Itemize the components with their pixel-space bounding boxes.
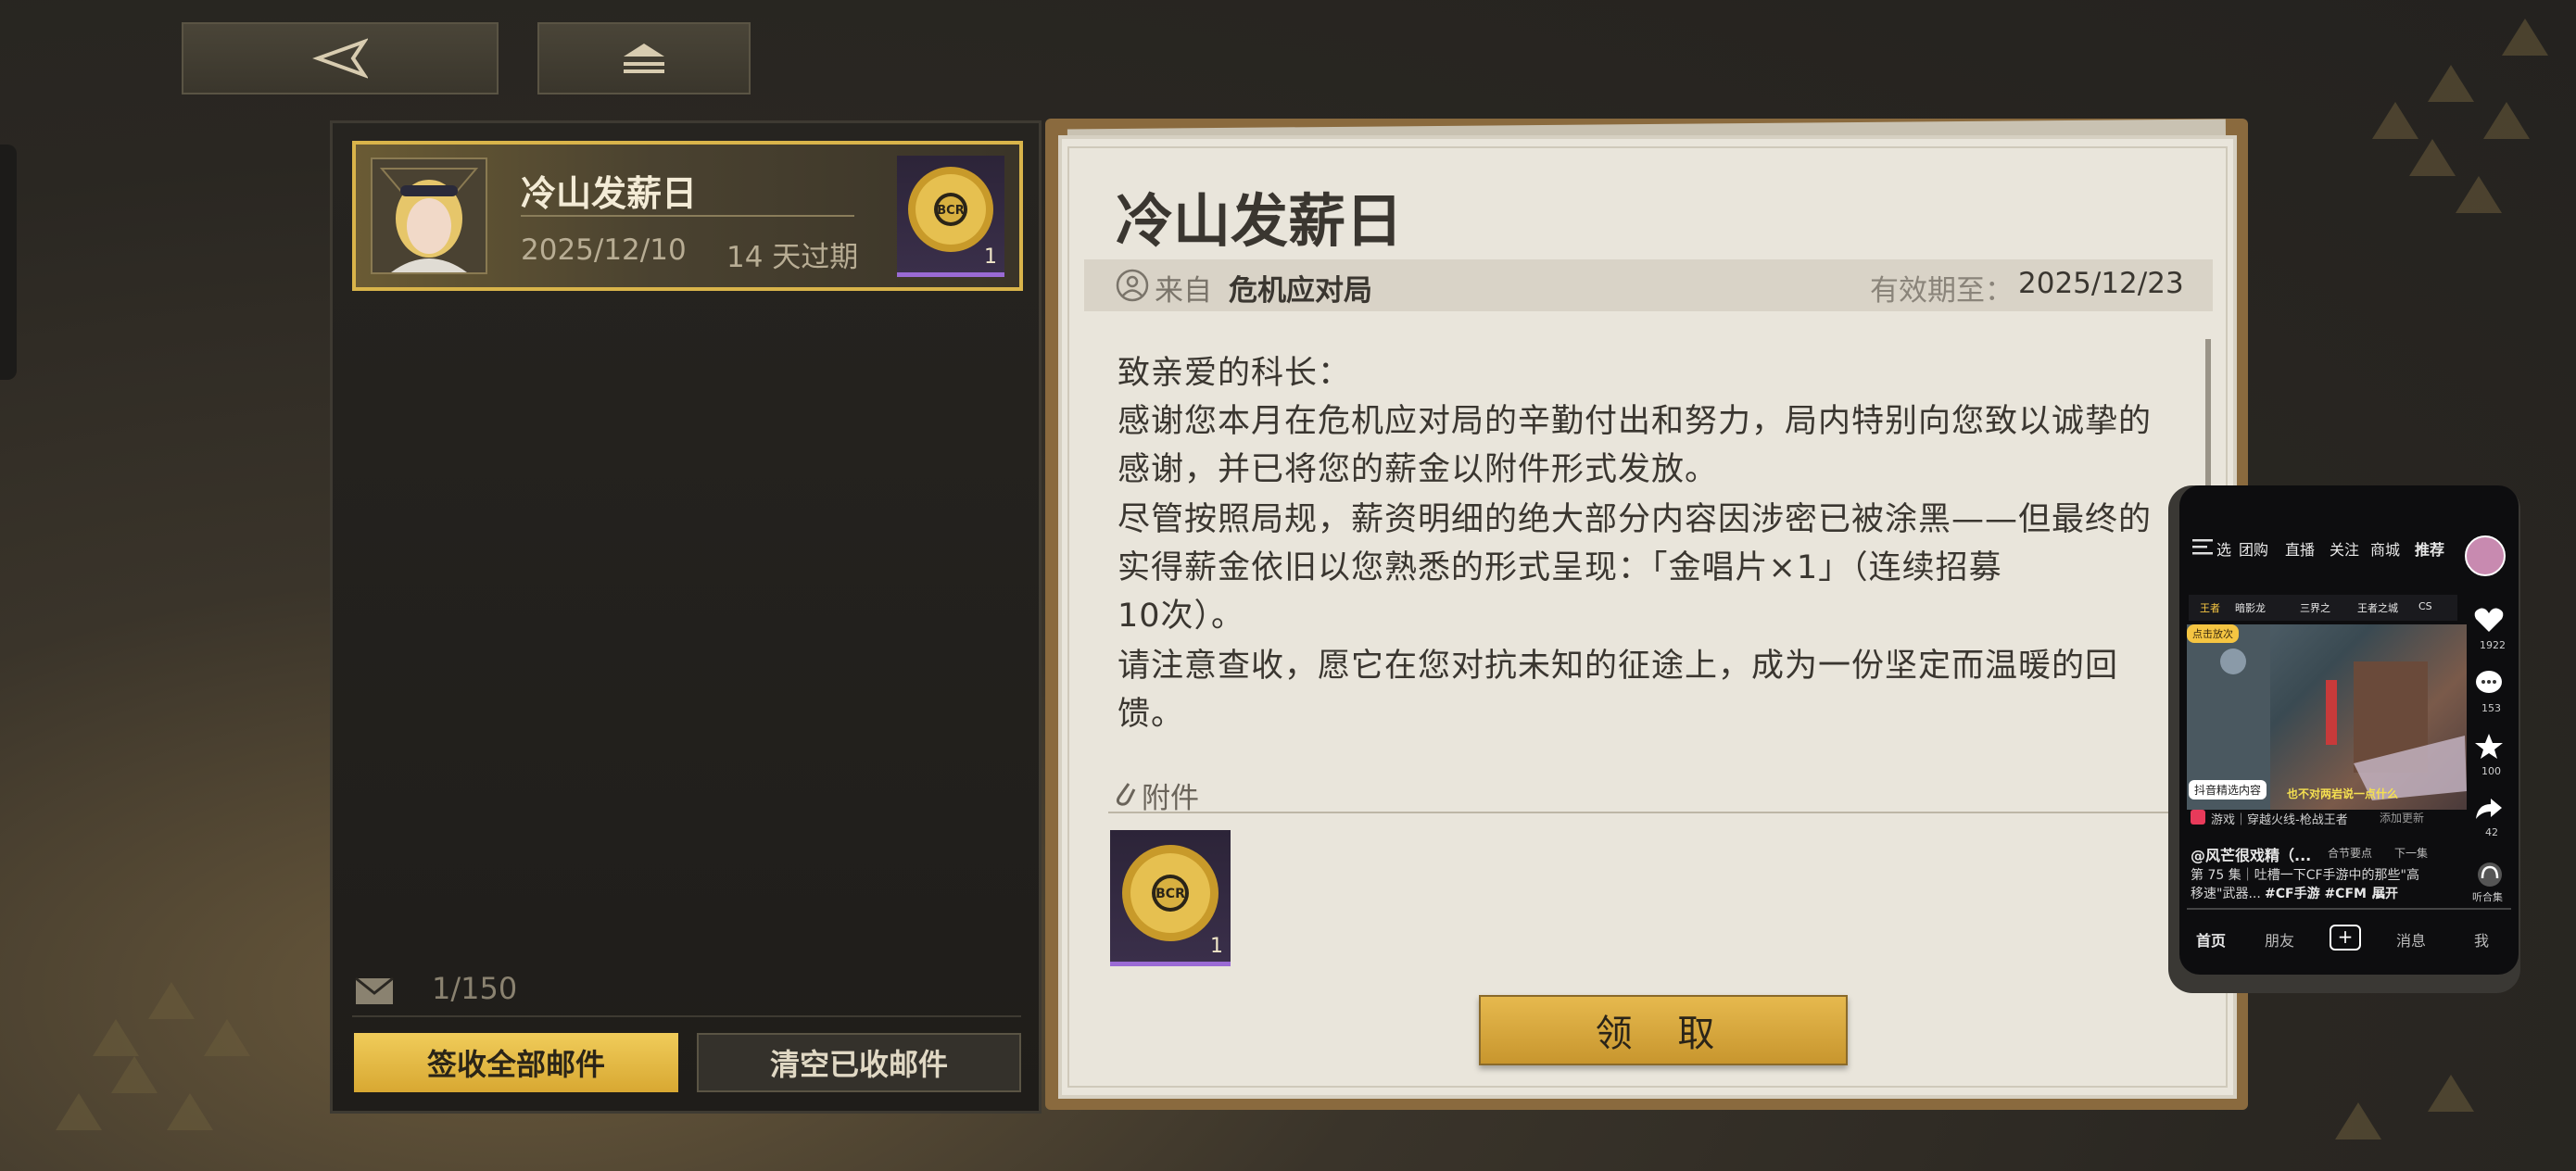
like-count: 1922 [2480,639,2506,651]
live-badge: 点击放次 [2187,624,2239,643]
bottom-nav-friends[interactable]: 朋友 [2265,928,2294,951]
expand-link[interactable]: 展开 [2372,884,2398,902]
menu-icon[interactable] [2192,537,2215,556]
channel-chip[interactable]: 王者之城 [2357,600,2398,615]
avatar-portrait-icon [373,159,486,272]
expiry-date: 2025/12/23 [2018,267,2184,300]
mail-body-line: 实得薪金依旧以您熟悉的形式呈现：「金唱片×1」（连续招募 [1118,549,2002,586]
side-handle[interactable] [0,145,17,380]
channel-chip[interactable]: 王者 [2200,600,2220,615]
mail-body-line: 馈。 [1118,696,1185,733]
mail-body-line: 10次）。 [1118,598,1245,635]
channel-chip[interactable]: CS [2418,600,2432,612]
claim-button[interactable]: 领 取 [1479,995,1848,1065]
mail-item-title: 冷山发薪日 [521,172,698,214]
paperclip-icon [1116,783,1136,806]
mail-count: 1/150 [432,971,518,1006]
sender-avatar [371,157,487,274]
game-tag[interactable]: 游戏｜穿越火线-枪战王者 [2211,810,2348,827]
listen-label: 听合集 [2472,891,2503,903]
mail-item-divider [521,215,854,217]
phone-tab[interactable]: 直播 [2285,537,2315,560]
clear-read-button[interactable]: 清空已收邮件 [697,1033,1021,1092]
attachment-label: 附件 [1142,782,1199,815]
mail-item-attachment: BCR 1 [897,156,1004,277]
attachment-item[interactable]: BCR 1 [1110,830,1231,966]
home-icon [624,44,664,73]
back-triangle-icon [312,38,368,79]
expiry-label: 有效期至： [1870,274,2014,308]
video-tags[interactable]: #CF手游 #CFM ... [2265,884,2386,902]
from-label: 来自 [1155,274,1212,308]
bottom-nav-messages[interactable]: 消息 [2396,928,2426,951]
phone-tab-active[interactable]: 推荐 [2415,537,2444,560]
svg-text:BCR: BCR [937,204,964,218]
share-icon[interactable] [2474,795,2504,823]
bottom-nav-me[interactable]: 我 [2474,928,2489,951]
game-icon [2191,810,2205,825]
claim-all-button[interactable]: 签收全部邮件 [354,1033,678,1092]
mail-body-line: 尽管按照局规，薪资明细的绝大部分内容因涉密已被涂黑——但最终的 [1118,501,2153,538]
selected-badge: 抖音精选内容 [2189,780,2267,800]
like-heart-icon[interactable] [2472,606,2506,634]
mail-envelope-icon [355,976,394,1004]
comment-count: 153 [2481,702,2501,714]
comment-icon[interactable] [2474,669,2504,697]
sender-user-icon [1116,269,1149,302]
video-desc-line: 移速"武器... [2191,887,2261,901]
home-button[interactable] [537,22,751,94]
phone-tab[interactable]: 关注 [2330,537,2359,560]
mail-item-expiry: 14 天过期 [726,241,859,274]
floating-video-window[interactable]: 选 团购 直播 关注 商城 推荐 王者 暗影龙 三界之 王者之城 CS 点击放次… [2179,485,2519,975]
share-count: 42 [2485,826,2498,838]
creator-avatar[interactable] [2465,535,2506,576]
mail-body-line: 感谢，并已将您的薪金以附件形式发放。 [1118,451,1719,488]
phone-tab[interactable]: 商城 [2370,537,2400,560]
divider [352,1015,1021,1017]
chapter-tag[interactable]: 合节要点 [2328,845,2372,861]
mail-detail-title: 冷山发薪日 [1116,187,1404,255]
video-desc-line: 第 75 集｜吐槽一下CF手游中的那些"高 [2191,868,2419,883]
bottom-nav-home[interactable]: 首页 [2196,928,2226,951]
star-icon[interactable] [2474,732,2504,760]
next-episode[interactable]: 下一集 [2394,845,2428,861]
attachment-count: 1 [1210,935,1223,958]
mail-item-date: 2025/12/10 [521,233,687,267]
favorite-count: 100 [2481,765,2501,777]
headphones-icon[interactable] [2476,862,2504,888]
mail-body-line: 感谢您本月在危机应对局的辛勤付出和努力，局内特别向您致以诚挚的 [1118,403,2153,440]
progress-bar[interactable] [2187,908,2511,910]
video-caption: 也不对两岩说一点什么 [2287,787,2399,800]
phone-tab[interactable]: 选 [2216,537,2231,560]
game-extra: 添加更新 [2380,812,2425,825]
attachment-divider [1108,812,2211,813]
sender-name: 危机应对局 [1229,274,1372,308]
back-button[interactable] [182,22,499,94]
phone-tab[interactable]: 团购 [2239,537,2268,560]
mail-body-line: 致亲爱的科长： [1118,355,1352,392]
svg-text:BCR: BCR [1155,887,1185,901]
mail-body-line: 请注意查收，愿它在您对抗未知的征途上，成为一份坚定而温暖的回 [1118,648,2119,685]
bottom-nav-create[interactable]: + [2330,925,2361,951]
attachment-count: 1 [984,246,997,269]
channel-chip[interactable]: 暗影龙 [2235,600,2266,615]
video-author[interactable]: @风芒很戏精（... [2191,843,2311,865]
channel-chip[interactable]: 三界之 [2300,600,2330,615]
